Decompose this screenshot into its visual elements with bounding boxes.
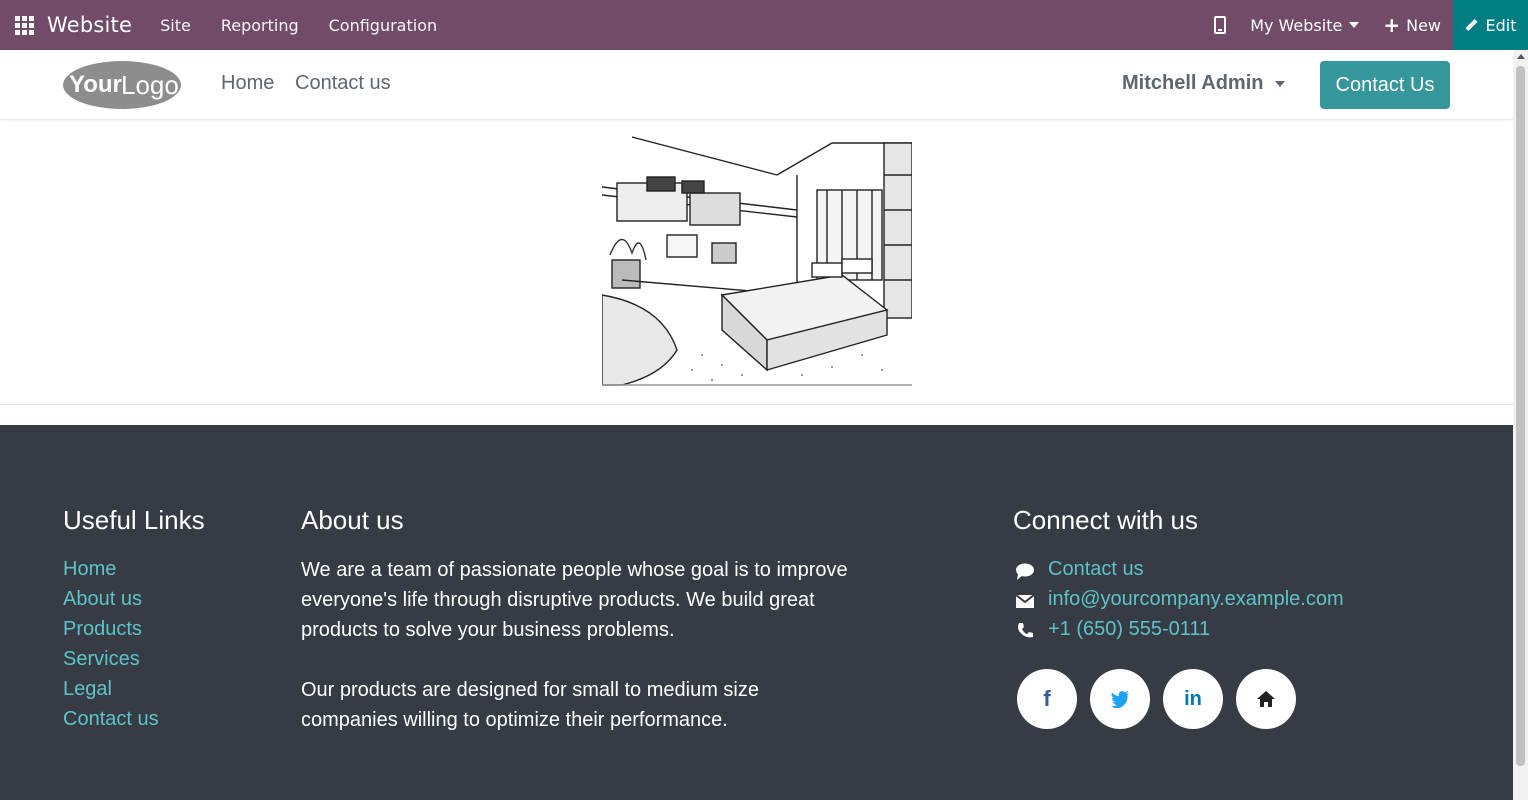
linkedin-icon: in	[1184, 687, 1202, 710]
about-us-title: About us	[301, 505, 404, 535]
scrollbar-thumb[interactable]	[1516, 66, 1525, 766]
edit-button[interactable]: Edit	[1453, 0, 1528, 50]
menu-configuration[interactable]: Configuration	[329, 16, 438, 35]
caret-down-icon	[1275, 80, 1286, 87]
comment-icon	[1016, 563, 1034, 580]
about-us-paragraph-2: Our products are designed for small to m…	[301, 675, 881, 735]
caret-down-icon	[1349, 22, 1360, 28]
about-us-paragraph-1: We are a team of passionate people whose…	[301, 555, 881, 645]
footer-link-contact-us[interactable]: Contact us	[63, 708, 159, 731]
mobile-preview-icon[interactable]	[1214, 16, 1227, 34]
apps-menu-button[interactable]	[0, 0, 48, 50]
about-line: We are a team of passionate people whose…	[301, 559, 848, 581]
admin-navbar: Website Site Reporting Configuration My …	[0, 0, 1528, 50]
connect-contact-us[interactable]: Contact us	[1048, 558, 1144, 581]
bedroom-sketch-image	[602, 135, 912, 389]
connect-email[interactable]: info@yourcompany.example.com	[1048, 588, 1344, 611]
app-brand[interactable]: Website	[47, 13, 132, 37]
grid-icon	[14, 15, 34, 35]
footer-link-about-us[interactable]: About us	[63, 588, 142, 611]
nav-home[interactable]: Home	[221, 72, 274, 95]
about-line: products to solve your business problems…	[301, 619, 675, 641]
envelope-icon	[1015, 594, 1035, 608]
footer-link-legal[interactable]: Legal	[63, 678, 112, 701]
about-line: companies willing to optimize their perf…	[301, 709, 728, 731]
footer: Useful Links Home About us Products Serv…	[0, 425, 1513, 800]
useful-links-title: Useful Links	[63, 505, 205, 535]
website-switcher-label: My Website	[1250, 15, 1343, 35]
scroll-up-arrow-icon[interactable]	[1517, 54, 1525, 59]
menu-reporting[interactable]: Reporting	[221, 16, 299, 35]
logo-text-light: Logo	[121, 70, 179, 100]
new-button[interactable]: + New	[1383, 15, 1441, 35]
facebook-icon: f	[1043, 686, 1051, 711]
home-button[interactable]	[1236, 669, 1296, 729]
logo[interactable]: Your Logo	[63, 60, 181, 110]
linkedin-button[interactable]: in	[1163, 669, 1223, 729]
user-menu[interactable]: Mitchell Admin	[1122, 72, 1286, 95]
site-header: Your Logo Home Contact us Mitchell Admin…	[0, 50, 1513, 120]
about-line: everyone's life through disruptive produ…	[301, 589, 815, 611]
pencil-icon	[1464, 18, 1478, 32]
phone-icon	[1018, 623, 1033, 638]
nav-contact-us[interactable]: Contact us	[295, 72, 391, 95]
website-switcher[interactable]: My Website	[1250, 15, 1360, 35]
facebook-button[interactable]: f	[1017, 669, 1077, 729]
connect-title: Connect with us	[1013, 505, 1198, 535]
content-divider	[0, 404, 1513, 405]
edit-button-label: Edit	[1485, 15, 1517, 35]
footer-link-services[interactable]: Services	[63, 648, 140, 671]
logo-text-bold: Your	[69, 71, 122, 98]
footer-link-products[interactable]: Products	[63, 618, 142, 641]
contact-us-button[interactable]: Contact Us	[1320, 61, 1450, 109]
new-button-label: New	[1406, 15, 1441, 35]
twitter-button[interactable]	[1090, 669, 1150, 729]
connect-phone[interactable]: +1 (650) 555-0111	[1048, 618, 1210, 641]
plus-icon: +	[1383, 13, 1401, 37]
home-icon	[1257, 691, 1275, 707]
user-name: Mitchell Admin	[1122, 72, 1264, 94]
about-line: Our products are designed for small to m…	[301, 679, 759, 701]
page-scrollbar[interactable]	[1513, 50, 1528, 800]
twitter-icon	[1110, 691, 1129, 708]
footer-link-home[interactable]: Home	[63, 558, 116, 581]
menu-site[interactable]: Site	[160, 16, 191, 35]
